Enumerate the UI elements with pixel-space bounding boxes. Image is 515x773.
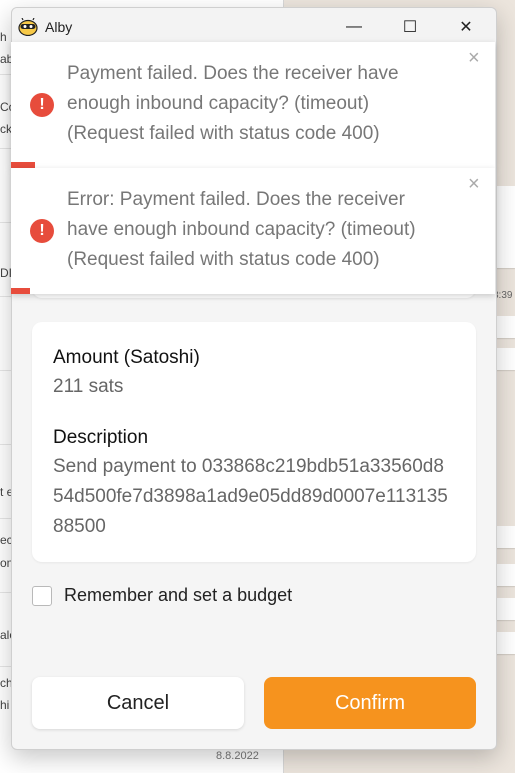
toast-close-icon[interactable]: × [468,48,480,68]
window-title: Alby [45,19,73,35]
error-icon: ! [30,93,54,117]
error-toast[interactable]: ! Payment failed. Does the receiver have… [11,42,495,168]
amount-label: Amount (Satoshi) [53,347,200,368]
toast-close-icon[interactable]: × [468,174,480,194]
remember-checkbox[interactable] [32,585,52,606]
payment-details-card: Amount (Satoshi) 211 sats Description Se… [32,322,476,562]
chat-date: 8.8.2022 [216,750,259,762]
toast-progress-bar [11,288,31,294]
maximize-button[interactable]: ☐ [388,12,432,42]
toast-message: Error: Payment failed. Does the receiver… [67,189,416,270]
close-window-button[interactable]: ✕ [444,12,488,42]
error-toast[interactable]: ! Error: Payment failed. Does the receiv… [11,168,495,294]
error-icon: ! [30,219,54,243]
confirm-button[interactable]: Confirm [264,677,476,729]
description-label: Description [53,427,149,448]
minimize-button[interactable]: — [332,12,376,42]
remember-budget-row[interactable]: Remember and set a budget [32,585,292,606]
description-value: Send payment to 033868c219bdb51a33560d85… [53,456,448,537]
remember-label[interactable]: Remember and set a budget [64,585,292,606]
amount-value: 211 sats [53,376,124,397]
chat-list-text: hi [0,698,10,712]
toast-message: Payment failed. Does the receiver have e… [67,63,399,144]
cancel-button[interactable]: Cancel [32,677,244,729]
alby-logo-icon [18,18,38,36]
title-bar: Alby — ☐ ✕ [12,8,496,46]
chat-list-text: h [0,30,7,44]
